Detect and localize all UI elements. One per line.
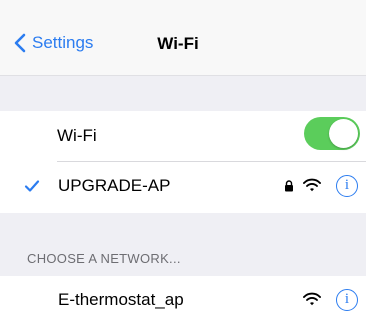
section-header: CHOOSE A NETWORK...	[27, 251, 181, 266]
navigation-bar: Settings Wi-Fi	[0, 0, 366, 75]
toggle-knob	[329, 119, 358, 148]
wifi-toggle-switch[interactable]	[304, 117, 360, 150]
network-info-button[interactable]: i	[336, 289, 358, 311]
wifi-signal-icon	[303, 292, 321, 306]
checkmark-icon	[24, 180, 40, 192]
page-title: Wi-Fi	[157, 34, 199, 53]
group-separator	[0, 75, 366, 111]
connected-network-name: UPGRADE-AP	[58, 176, 171, 195]
wifi-signal-icon	[303, 178, 321, 192]
lock-icon	[285, 180, 293, 192]
wifi-toggle-label: Wi-Fi	[57, 126, 97, 145]
network-name: E-thermostat_ap	[58, 290, 184, 309]
choose-network-section: CHOOSE A NETWORK...	[0, 213, 366, 276]
network-info-button[interactable]: i	[336, 175, 358, 197]
